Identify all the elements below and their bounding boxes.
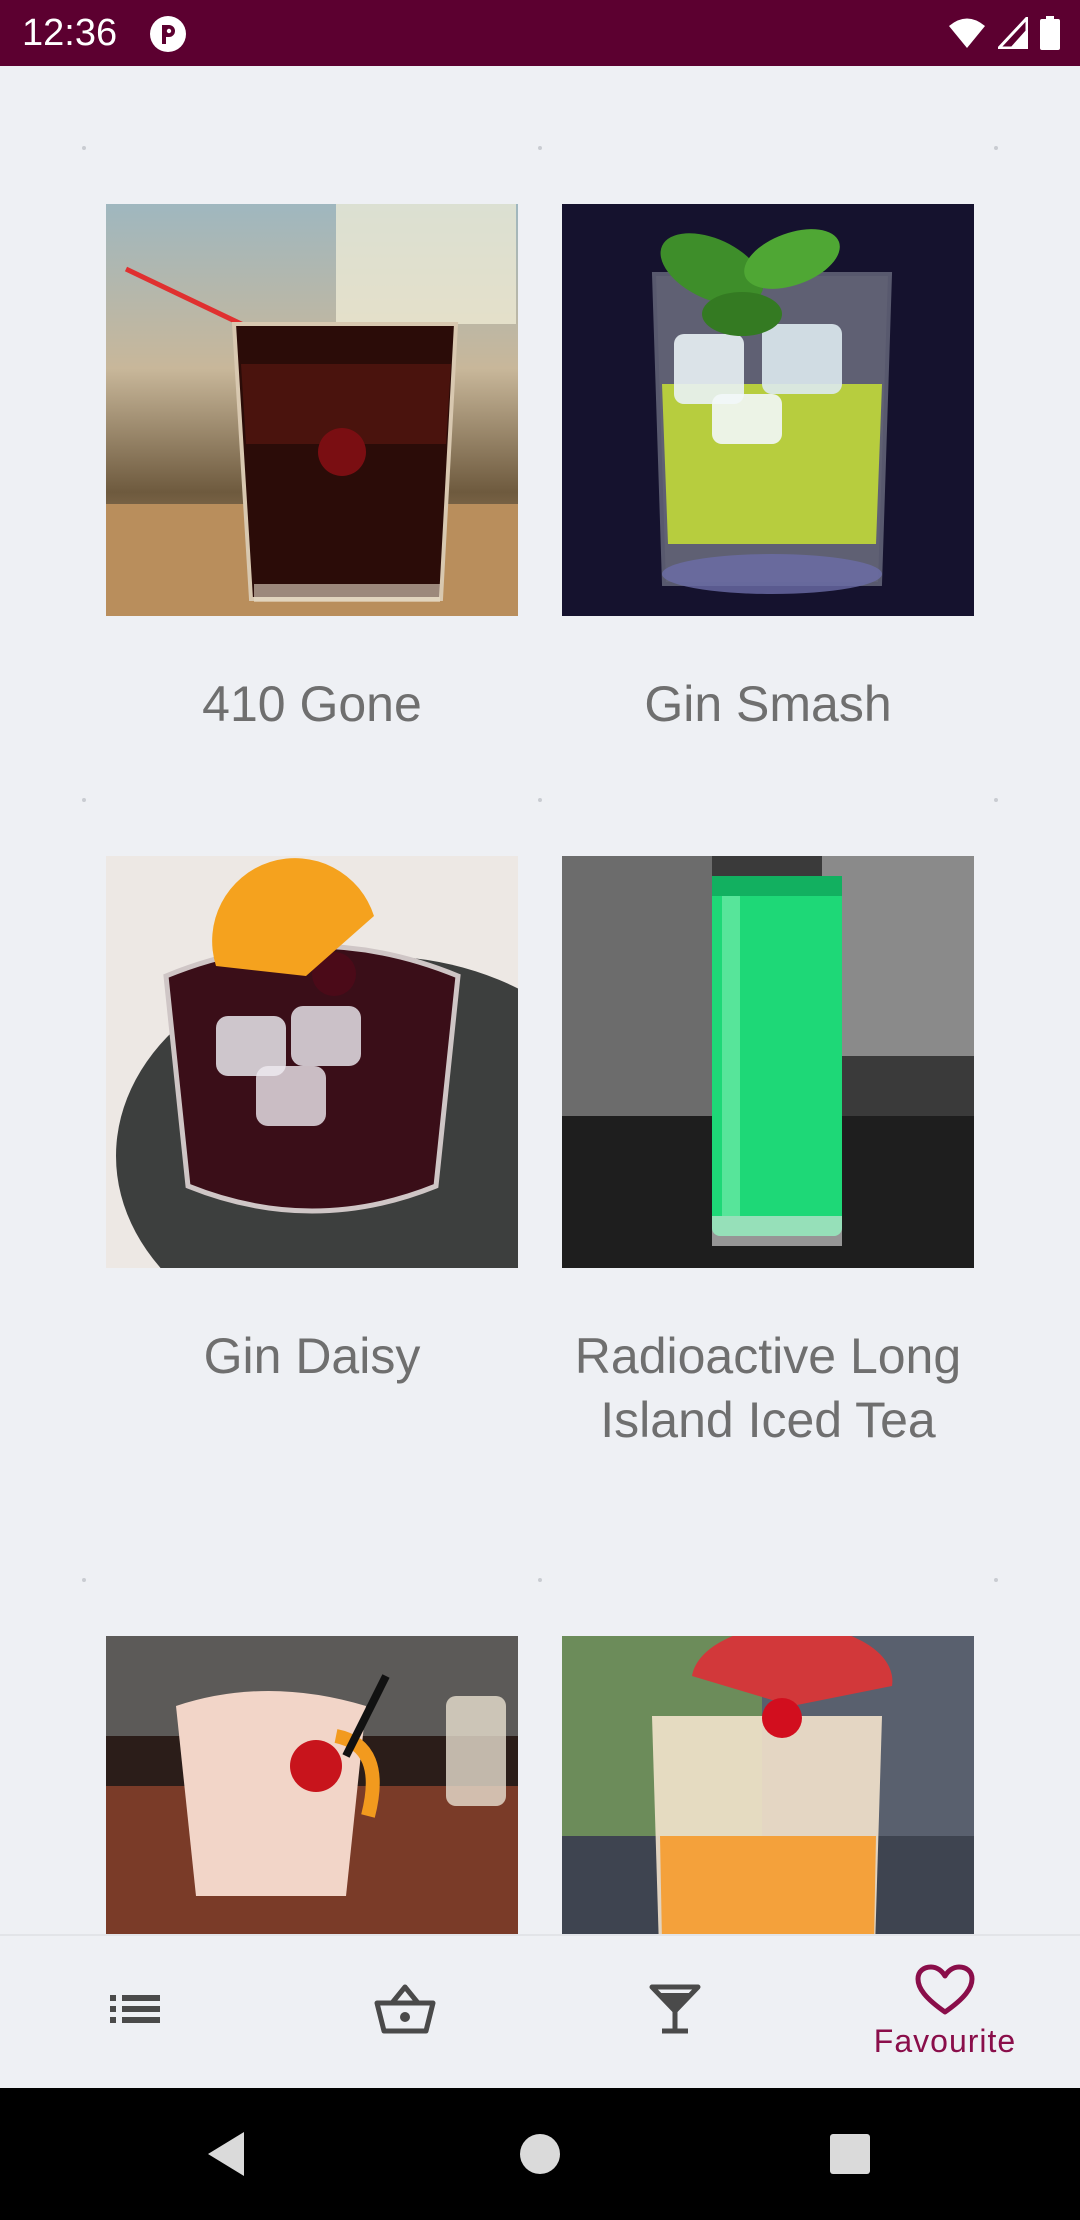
row-divider: [0, 1578, 1080, 1582]
row-divider: [0, 798, 1080, 802]
cocktail-card[interactable]: Gin Smash: [562, 204, 974, 736]
recents-button[interactable]: [820, 2124, 880, 2184]
nav-item-list[interactable]: [0, 1936, 270, 2088]
cocktail-card[interactable]: Radioactive Long Island Iced Tea: [562, 856, 974, 1452]
status-time: 12:36: [22, 12, 118, 54]
home-button[interactable]: [510, 2124, 570, 2184]
cocktail-grid[interactable]: 410 Gone Gin Smash Gin Daisy Radioactive…: [0, 66, 1080, 1934]
green-tall-drink-photo: [562, 856, 974, 1268]
basket-icon: [374, 1984, 436, 2034]
back-button[interactable]: [196, 2124, 256, 2184]
cocktail-card[interactable]: [562, 1636, 974, 1934]
heart-icon: [915, 1964, 975, 2015]
cocktail-card[interactable]: Gin Daisy: [106, 856, 518, 1388]
row-divider: [0, 146, 1080, 150]
list-icon: [110, 1995, 160, 2023]
wifi-icon: [949, 18, 985, 48]
red-drink-with-orange-slice-photo: [106, 856, 518, 1268]
cocktail-name: Gin Daisy: [203, 1328, 421, 1384]
cocktail-name: Gin Smash: [644, 676, 892, 732]
status-icons: [948, 14, 1060, 52]
cocktail-name: 410 Gone: [202, 676, 422, 732]
cocktail-glass-icon: [649, 1984, 701, 2034]
cocktail-card[interactable]: [106, 1636, 518, 1934]
creamy-drink-with-cherry-photo: [106, 1636, 518, 1934]
nav-item-cocktails[interactable]: [540, 1936, 810, 2088]
nav-item-favourite[interactable]: Favourite: [810, 1936, 1080, 2088]
system-navigation-bar: [0, 2088, 1080, 2220]
bottom-navigation: Favourite: [0, 1934, 1080, 2088]
status-bar: 12:36: [0, 0, 1080, 66]
nav-label-favourite: Favourite: [873, 2023, 1017, 2059]
cocktail-card[interactable]: 410 Gone: [106, 204, 518, 736]
nav-item-basket[interactable]: [270, 1936, 540, 2088]
cola-drink-with-cherry-photo: [106, 204, 518, 616]
cocktail-name: Radioactive Long Island Iced Tea: [574, 1328, 962, 1448]
orange-drink-with-grapefruit-photo: [562, 1636, 974, 1934]
app-notification-icon: [150, 16, 186, 52]
back-icon: [208, 2132, 244, 2176]
lime-drink-with-basil-photo: [562, 204, 974, 616]
recents-icon: [830, 2134, 870, 2174]
battery-icon: [1040, 16, 1060, 50]
signal-icon: [998, 17, 1028, 49]
home-icon: [520, 2134, 560, 2174]
